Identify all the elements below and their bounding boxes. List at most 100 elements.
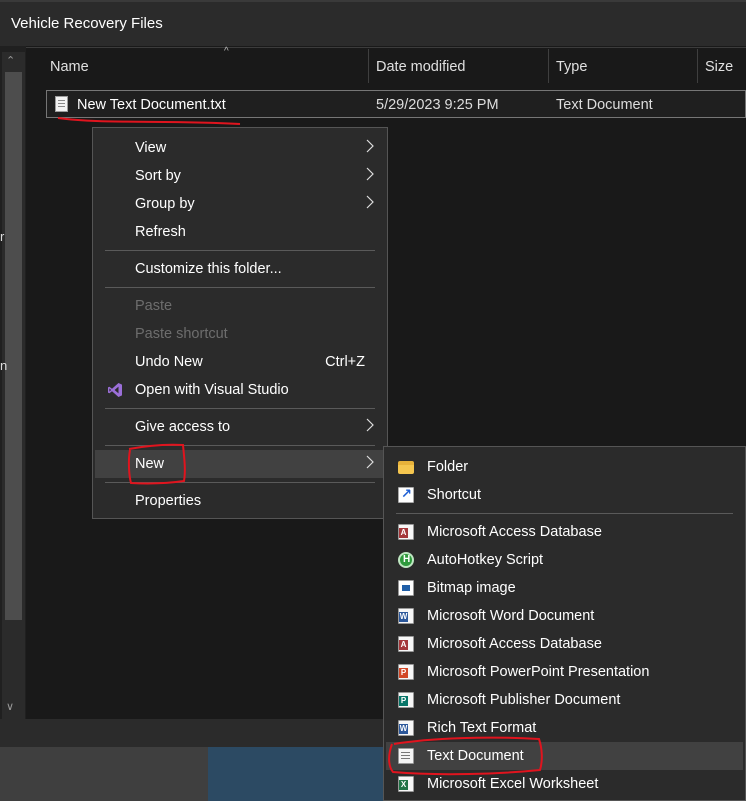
column-type[interactable]: Type bbox=[556, 59, 587, 75]
menu-item-label: Paste shortcut bbox=[135, 326, 228, 342]
autohotkey-icon bbox=[398, 552, 414, 568]
menu-item-customize-folder[interactable]: Customize this folder... bbox=[95, 255, 385, 283]
menu-item-give-access-to[interactable]: Give access to bbox=[95, 413, 385, 441]
scroll-down-icon[interactable]: ∨ bbox=[6, 700, 14, 713]
submenu-item-label: Microsoft Access Database bbox=[427, 524, 602, 540]
submenu-item-label: AutoHotkey Script bbox=[427, 552, 544, 568]
icon-letter: W bbox=[399, 612, 408, 622]
submenu-item-label: Rich Text Format bbox=[427, 720, 537, 736]
menu-item-properties[interactable]: Properties bbox=[95, 487, 385, 515]
menu-item-label: Open with Visual Studio bbox=[135, 382, 289, 398]
visual-studio-icon bbox=[108, 383, 122, 397]
menu-separator bbox=[105, 445, 375, 446]
desktop-wallpaper bbox=[208, 747, 384, 801]
column-date-modified[interactable]: Date modified bbox=[376, 59, 465, 75]
submenu-item-label: Microsoft Publisher Document bbox=[427, 692, 621, 708]
text-file-icon bbox=[55, 96, 68, 112]
text-document-icon bbox=[398, 748, 414, 764]
new-submenu: Folder Shortcut A Microsoft Access Datab… bbox=[383, 446, 746, 801]
chevron-right-icon bbox=[366, 167, 374, 181]
menu-item-paste: Paste bbox=[95, 292, 385, 320]
menu-item-new[interactable]: New bbox=[95, 450, 385, 478]
icon-letter: P bbox=[399, 668, 408, 678]
menu-item-label: Group by bbox=[135, 196, 195, 212]
submenu-item-publisher-document[interactable]: P Microsoft Publisher Document bbox=[386, 686, 743, 714]
submenu-item-label: Microsoft Excel Worksheet bbox=[427, 776, 599, 792]
submenu-item-label: Microsoft Access Database bbox=[427, 636, 602, 652]
submenu-item-access-database[interactable]: A Microsoft Access Database bbox=[386, 518, 743, 546]
submenu-item-label: Microsoft PowerPoint Presentation bbox=[427, 664, 650, 680]
chevron-right-icon bbox=[366, 195, 374, 209]
icon-letter: A bbox=[399, 528, 408, 538]
column-divider[interactable] bbox=[697, 49, 698, 83]
submenu-item-rich-text-format[interactable]: W Rich Text Format bbox=[386, 714, 743, 742]
access-icon: A bbox=[398, 524, 414, 540]
file-name: New Text Document.txt bbox=[77, 97, 226, 113]
menu-separator bbox=[105, 287, 375, 288]
menu-item-label: Sort by bbox=[135, 168, 181, 184]
menu-item-label: Properties bbox=[135, 493, 202, 509]
submenu-item-word-document[interactable]: W Microsoft Word Document bbox=[386, 602, 743, 630]
scroll-up-icon[interactable]: ⌃ bbox=[6, 54, 15, 67]
submenu-item-excel-worksheet[interactable]: X Microsoft Excel Worksheet bbox=[386, 770, 743, 798]
file-row[interactable]: New Text Document.txt 5/29/2023 9:25 PM … bbox=[46, 90, 746, 118]
icon-letter: X bbox=[399, 780, 408, 790]
excel-icon: X bbox=[398, 776, 414, 792]
column-name[interactable]: Name bbox=[50, 59, 89, 75]
window-title: Vehicle Recovery Files bbox=[11, 15, 163, 32]
menu-item-label: Refresh bbox=[135, 224, 186, 240]
submenu-item-folder[interactable]: Folder bbox=[386, 453, 743, 481]
submenu-item-shortcut[interactable]: Shortcut bbox=[386, 481, 743, 509]
menu-separator bbox=[105, 250, 375, 251]
submenu-item-bitmap-image[interactable]: Bitmap image bbox=[386, 574, 743, 602]
folder-icon bbox=[398, 461, 414, 474]
icon-letter: A bbox=[399, 640, 408, 650]
word-icon: W bbox=[398, 608, 414, 624]
menu-item-label: Give access to bbox=[135, 419, 231, 435]
menu-item-label: Paste bbox=[135, 298, 173, 314]
chevron-right-icon bbox=[366, 455, 374, 469]
menu-item-refresh[interactable]: Refresh bbox=[95, 218, 385, 246]
nav-cut-text: n bbox=[0, 358, 8, 373]
bitmap-icon bbox=[398, 580, 414, 596]
menu-item-undo-new[interactable]: Undo New Ctrl+Z bbox=[95, 348, 385, 376]
shortcut-icon bbox=[398, 486, 414, 503]
menu-separator bbox=[105, 408, 375, 409]
menu-item-label: View bbox=[135, 140, 167, 156]
menu-separator bbox=[105, 482, 375, 483]
rtf-icon: W bbox=[398, 720, 414, 736]
chevron-right-icon bbox=[366, 418, 374, 432]
underline-annotation bbox=[57, 117, 241, 125]
access-icon: A bbox=[398, 636, 414, 652]
nav-cut-text: r bbox=[0, 229, 5, 244]
column-divider[interactable] bbox=[368, 49, 369, 83]
column-header: ^ Name Date modified Type Size bbox=[26, 46, 746, 88]
submenu-item-label: Text Document bbox=[427, 748, 524, 764]
publisher-icon: P bbox=[398, 692, 414, 708]
submenu-item-access-database[interactable]: A Microsoft Access Database bbox=[386, 630, 743, 658]
column-divider[interactable] bbox=[548, 49, 549, 83]
submenu-item-label: Folder bbox=[427, 459, 469, 475]
menu-item-label: New bbox=[135, 456, 165, 472]
menu-item-sort-by[interactable]: Sort by bbox=[95, 162, 385, 190]
icon-letter: P bbox=[399, 696, 408, 706]
menu-separator bbox=[396, 513, 733, 514]
file-type: Text Document bbox=[556, 97, 653, 113]
file-date-modified: 5/29/2023 9:25 PM bbox=[376, 97, 499, 113]
menu-item-label: Customize this folder... bbox=[135, 261, 282, 277]
submenu-item-autohotkey-script[interactable]: AutoHotkey Script bbox=[386, 546, 743, 574]
chevron-right-icon bbox=[366, 139, 374, 153]
title-bar: Vehicle Recovery Files bbox=[0, 0, 746, 48]
menu-item-open-with-visual-studio[interactable]: Open with Visual Studio bbox=[95, 376, 385, 404]
submenu-item-text-document[interactable]: Text Document bbox=[386, 742, 743, 770]
menu-item-label: Undo New bbox=[135, 354, 203, 370]
scrollbar-thumb[interactable] bbox=[5, 72, 22, 620]
submenu-item-label: Bitmap image bbox=[427, 580, 516, 596]
menu-item-view[interactable]: View bbox=[95, 134, 385, 162]
keyboard-shortcut: Ctrl+Z bbox=[325, 354, 365, 370]
submenu-item-powerpoint-presentation[interactable]: P Microsoft PowerPoint Presentation bbox=[386, 658, 743, 686]
icon-letter: W bbox=[399, 724, 408, 734]
menu-item-paste-shortcut: Paste shortcut bbox=[95, 320, 385, 348]
menu-item-group-by[interactable]: Group by bbox=[95, 190, 385, 218]
column-size[interactable]: Size bbox=[705, 59, 733, 75]
